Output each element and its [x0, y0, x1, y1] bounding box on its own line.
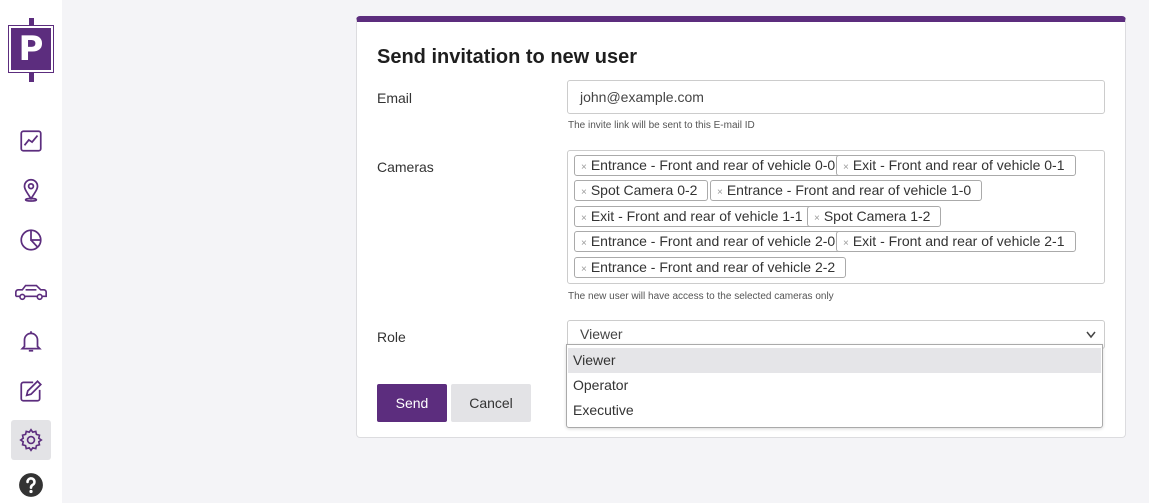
pie-chart-icon — [20, 229, 42, 251]
role-select-value: Viewer — [580, 326, 623, 342]
nav-locations[interactable] — [11, 170, 51, 210]
camera-tag-label: Entrance - Front and rear of vehicle 0-0 — [590, 157, 836, 173]
close-icon[interactable]: × — [843, 162, 849, 173]
role-dropdown: Viewer Operator Executive — [566, 344, 1103, 428]
camera-tag-label: Entrance - Front and rear of vehicle 1-0 — [726, 182, 972, 198]
camera-tag[interactable]: × Spot Camera 0-2 — [574, 180, 709, 201]
cameras-label: Cameras — [377, 159, 434, 175]
role-option-viewer[interactable]: Viewer — [568, 348, 1101, 373]
close-icon[interactable]: × — [843, 238, 849, 249]
camera-tag[interactable]: × Exit - Front and rear of vehicle 1-1 — [574, 206, 814, 227]
camera-tag[interactable]: × Entrance - Front and rear of vehicle 2-… — [574, 257, 847, 278]
role-option-executive[interactable]: Executive — [567, 398, 1102, 423]
logo-letter: P — [8, 25, 54, 73]
nav-vehicles[interactable] — [9, 272, 53, 312]
page-title: Send invitation to new user — [377, 46, 638, 68]
nav-analytics[interactable] — [11, 121, 51, 161]
gear-icon — [19, 428, 43, 452]
email-label: Email — [377, 90, 413, 106]
send-button[interactable]: Send — [377, 384, 447, 422]
nav-settings[interactable] — [11, 420, 51, 460]
nav-help[interactable] — [11, 465, 51, 503]
nav-edit[interactable] — [11, 371, 51, 411]
close-icon[interactable]: × — [581, 238, 587, 249]
camera-tag[interactable]: × Exit - Front and rear of vehicle 2-1 — [836, 231, 1076, 252]
chart-line-icon — [20, 130, 42, 152]
bell-icon — [20, 331, 42, 352]
email-field[interactable]: john@example.com — [567, 80, 1105, 114]
camera-tag-label: Exit - Front and rear of vehicle 0-1 — [852, 157, 1065, 173]
close-icon[interactable]: × — [814, 213, 820, 224]
cameras-select[interactable]: × Entrance - Front and rear of vehicle 0-… — [567, 150, 1105, 284]
help-icon — [19, 473, 43, 497]
camera-tag[interactable]: × Entrance - Front and rear of vehicle 0-… — [574, 155, 847, 176]
role-label: Role — [377, 329, 406, 345]
role-option-operator[interactable]: Operator — [567, 373, 1102, 398]
nav-alerts[interactable] — [11, 321, 51, 361]
email-help: The invite link will be sent to this E-m… — [568, 120, 755, 131]
camera-tag-label: Exit - Front and rear of vehicle 1-1 — [590, 208, 803, 224]
logo[interactable]: P — [8, 18, 54, 82]
car-icon — [15, 284, 47, 301]
camera-tag-label: Entrance - Front and rear of vehicle 2-0 — [590, 233, 836, 249]
camera-tag[interactable]: × Entrance - Front and rear of vehicle 2-… — [574, 231, 847, 252]
map-pin-icon — [23, 178, 39, 202]
close-icon[interactable]: × — [581, 187, 587, 198]
sidebar: P — [0, 0, 62, 503]
camera-tag[interactable]: × Entrance - Front and rear of vehicle 1-… — [710, 180, 983, 201]
edit-icon — [20, 380, 42, 402]
camera-tag-label: Entrance - Front and rear of vehicle 2-2 — [590, 259, 836, 275]
camera-tag-label: Exit - Front and rear of vehicle 2-1 — [852, 233, 1065, 249]
cameras-help: The new user will have access to the sel… — [568, 291, 834, 302]
close-icon[interactable]: × — [581, 162, 587, 173]
camera-tag-label: Spot Camera 0-2 — [590, 182, 698, 198]
close-icon[interactable]: × — [581, 213, 587, 224]
cancel-button[interactable]: Cancel — [451, 384, 531, 422]
close-icon[interactable]: × — [717, 187, 723, 198]
camera-tag-label: Spot Camera 1-2 — [823, 208, 931, 224]
nav-reports[interactable] — [11, 220, 51, 260]
camera-tag[interactable]: × Exit - Front and rear of vehicle 0-1 — [836, 155, 1076, 176]
camera-tag[interactable]: × Spot Camera 1-2 — [807, 206, 942, 227]
close-icon[interactable]: × — [581, 264, 587, 275]
